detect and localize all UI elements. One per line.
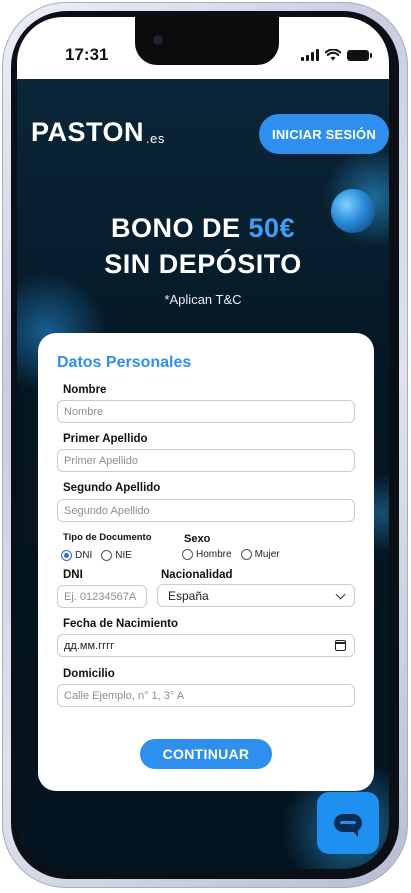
nacionalidad-label: Nacionalidad [161, 569, 233, 581]
nacionalidad-select[interactable]: España [157, 584, 355, 607]
continue-button[interactable]: CONTINUAR [140, 739, 272, 769]
segundo-apellido-input[interactable]: Segundo Apellido [57, 499, 355, 522]
promo-line-1: BONO DE 50€ [17, 213, 389, 244]
domicilio-label: Domicilio [63, 668, 115, 680]
screen: 17:31 PASTON .es INICIAR SESIÓN BONO DE … [17, 17, 389, 869]
login-button[interactable]: INICIAR SESIÓN [259, 114, 389, 154]
promo-prefix: BONO DE [110, 213, 249, 243]
form-title: Datos Personales [57, 354, 192, 371]
site-content: PASTON .es INICIAR SESIÓN BONO DE 50€ SI… [17, 79, 389, 869]
status-bar: 17:31 [17, 17, 389, 79]
radio-hombre[interactable] [182, 549, 193, 560]
radio-nie-label: NIE [115, 550, 132, 561]
nombre-label: Nombre [63, 384, 107, 396]
battery-icon [347, 50, 372, 61]
dni-label: DNI [63, 569, 83, 581]
fecha-nacimiento-value: дд.мм.гггг [64, 639, 115, 652]
signal-icon [301, 49, 319, 61]
domicilio-input[interactable]: Calle Ejemplo, n° 1, 3° A [57, 684, 355, 707]
registration-form: Datos Personales Nombre Nombre Primer Ap… [38, 333, 374, 791]
notch [135, 17, 279, 65]
tipo-documento-label: Tipo de Documento [63, 532, 152, 543]
logo[interactable]: PASTON .es [31, 117, 165, 148]
logo-suffix: .es [146, 131, 165, 146]
logo-text: PASTON [31, 117, 145, 147]
tipo-documento-group: DNI NIE [61, 550, 138, 561]
dni-input[interactable]: Ej. 01234567A [57, 585, 147, 608]
status-icons [301, 47, 372, 61]
sexo-label: Sexo [184, 533, 211, 545]
radio-nie[interactable] [101, 550, 113, 561]
segundo-apellido-label: Segundo Apellido [63, 482, 161, 494]
radio-dni[interactable] [61, 550, 72, 561]
fecha-nacimiento-label: Fecha de Nacimiento [63, 618, 179, 630]
status-time: 17:31 [65, 45, 109, 64]
promo-terms[interactable]: *Aplican T&C [17, 292, 389, 307]
chevron-down-icon [335, 589, 346, 600]
radio-mujer[interactable] [240, 549, 252, 560]
radio-dni-label: DNI [75, 550, 93, 561]
nacionalidad-value: España [168, 588, 209, 603]
promo-amount: 50€ [248, 213, 296, 243]
sexo-group: Hombre Mujer [182, 549, 286, 560]
chat-icon [334, 814, 362, 837]
promo-line-2: SIN DEPÓSITO [104, 249, 302, 279]
camera-icon [153, 35, 163, 45]
fecha-nacimiento-input[interactable]: дд.мм.гггг [57, 634, 355, 657]
radio-hombre-label: Hombre [196, 549, 232, 560]
calendar-icon[interactable] [335, 640, 346, 651]
wifi-icon [325, 49, 341, 61]
radio-mujer-label: Mujer [254, 549, 280, 560]
primer-apellido-label: Primer Apellido [63, 433, 148, 445]
primer-apellido-input[interactable]: Primer Apellido [57, 449, 355, 472]
nombre-input[interactable]: Nombre [57, 400, 355, 423]
chat-button[interactable] [317, 792, 379, 854]
